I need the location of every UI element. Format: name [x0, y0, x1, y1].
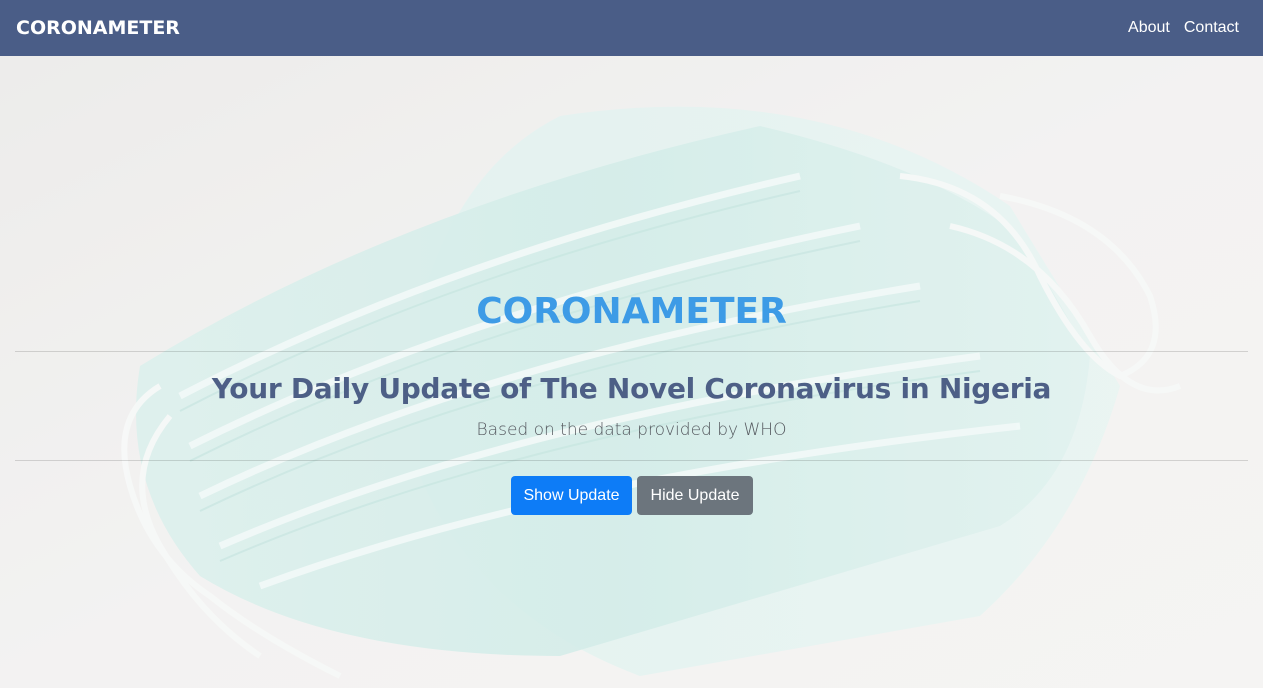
divider-bottom: [15, 460, 1248, 461]
navbar-brand[interactable]: CORONAMETER: [16, 16, 180, 40]
button-row: Show Update Hide Update: [511, 476, 753, 515]
hide-update-button[interactable]: Hide Update: [637, 476, 753, 515]
hero-subtitle: Your Daily Update of The Novel Coronavir…: [211, 372, 1052, 405]
hero-title: CORONAMETER: [476, 291, 787, 332]
hero-section: CORONAMETER Your Daily Update of The Nov…: [0, 56, 1263, 688]
hero-content: CORONAMETER Your Daily Update of The Nov…: [0, 56, 1263, 688]
divider-top: [15, 351, 1248, 352]
nav-link-about[interactable]: About: [1128, 18, 1170, 38]
nav-link-contact[interactable]: Contact: [1184, 18, 1239, 38]
nav-links: About Contact: [1128, 18, 1239, 38]
navbar: CORONAMETER About Contact: [0, 0, 1263, 56]
hero-lead: Based on the data provided by WHO: [476, 420, 787, 440]
show-update-button[interactable]: Show Update: [511, 476, 632, 515]
